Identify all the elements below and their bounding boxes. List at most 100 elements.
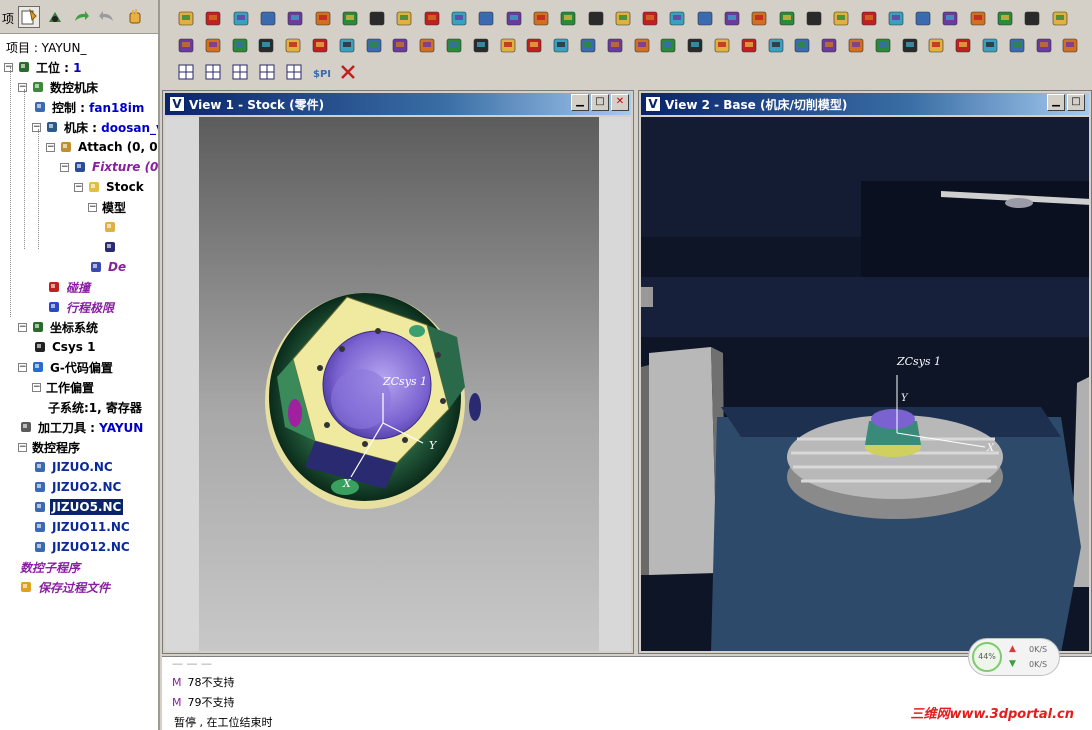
import-icon[interactable] <box>926 35 946 55</box>
toggle-icon[interactable] <box>846 35 866 55</box>
nc-icon[interactable] <box>558 8 578 28</box>
view1-titlebar[interactable]: V View 1 - Stock (零件) <box>165 93 631 115</box>
api-icon[interactable]: $PI <box>311 62 331 82</box>
layout-icon[interactable] <box>203 62 223 82</box>
nc-icon[interactable] <box>524 35 544 55</box>
save-icon[interactable] <box>605 35 625 55</box>
view1-close-button[interactable]: ✕ <box>611 94 629 111</box>
toggle-icon[interactable] <box>203 35 223 55</box>
file-icon[interactable] <box>695 8 715 28</box>
window-icon[interactable] <box>685 35 705 55</box>
view2-titlebar[interactable]: V View 2 - Base (机床/切削模型) <box>641 93 1089 115</box>
tree-expand-toggle[interactable]: − <box>18 82 27 92</box>
save-icon[interactable] <box>422 8 442 28</box>
tree-node[interactable]: 加工刀具 : YAYUN <box>18 417 145 437</box>
open-icon[interactable] <box>364 35 384 55</box>
tree-node[interactable]: JIZUO5.NC <box>32 497 124 517</box>
tree-node[interactable]: JIZUO11.NC <box>32 517 132 537</box>
nc-icon[interactable] <box>310 35 330 55</box>
tree-node[interactable]: Csys 1 <box>32 337 97 357</box>
tree-node[interactable]: De <box>88 257 128 277</box>
tree-node[interactable] <box>102 237 124 257</box>
save-icon[interactable] <box>819 35 839 55</box>
save-icon[interactable] <box>176 35 196 55</box>
file-icon[interactable] <box>658 35 678 55</box>
nc-icon[interactable] <box>995 8 1015 28</box>
tree-node[interactable]: − 工位 : 1 <box>4 57 84 77</box>
tree-node[interactable]: − 机床 : doosan_v <box>32 117 158 137</box>
file-icon[interactable] <box>258 8 278 28</box>
tree-node[interactable]: 控制 : fan18im <box>32 97 146 117</box>
tree-expand-toggle[interactable]: − <box>32 382 41 392</box>
window-icon[interactable] <box>940 8 960 28</box>
open-icon[interactable] <box>394 8 414 28</box>
tree-node[interactable]: − 工作偏置 <box>32 377 96 397</box>
view1-maximize-button[interactable]: □ <box>591 94 609 111</box>
tree-expand-toggle[interactable]: − <box>32 122 41 132</box>
open-icon[interactable] <box>1050 8 1070 28</box>
tree-node[interactable]: − 数控程序 <box>18 437 82 457</box>
tree-expand-toggle[interactable]: − <box>18 362 27 372</box>
open-icon[interactable] <box>613 8 633 28</box>
save-icon[interactable] <box>203 8 223 28</box>
toggle-icon[interactable] <box>449 8 469 28</box>
tree-expand-toggle[interactable]: − <box>88 202 97 212</box>
tree-node[interactable] <box>102 217 124 237</box>
import-icon[interactable] <box>712 35 732 55</box>
window-icon[interactable] <box>471 35 491 55</box>
tree-node[interactable]: JIZUO2.NC <box>32 477 123 497</box>
open-icon[interactable] <box>831 8 851 28</box>
message-console[interactable]: — — — M 78不支持 M 79不支持 暂停 , 在工位结束时 三维网www.3… <box>162 656 1092 730</box>
forward-arrow-icon[interactable] <box>70 6 92 28</box>
tree-node[interactable]: 子系统:1, 寄存器 <box>46 397 144 417</box>
import-icon[interactable] <box>531 8 551 28</box>
window-icon[interactable] <box>256 35 276 55</box>
tree-node[interactable]: − Fixture (0 <box>60 157 158 177</box>
import-icon[interactable] <box>749 8 769 28</box>
hand-icon[interactable] <box>124 6 146 28</box>
view1-canvas[interactable]: ZCsys 1 Y X <box>165 117 631 651</box>
open-icon[interactable] <box>578 35 598 55</box>
window-icon[interactable] <box>504 8 524 28</box>
layout-icon[interactable] <box>176 62 196 82</box>
export-icon[interactable] <box>337 35 357 55</box>
layout-icon[interactable] <box>257 62 277 82</box>
tree-node[interactable]: − 模型 <box>88 197 128 217</box>
window-icon[interactable] <box>285 8 305 28</box>
file-icon[interactable] <box>444 35 464 55</box>
save-icon[interactable] <box>390 35 410 55</box>
tree-node[interactable]: − G-代码偏置 <box>18 357 115 377</box>
tree-expand-toggle[interactable]: − <box>18 442 27 452</box>
view2-minimize-button[interactable]: ▁ <box>1047 94 1065 111</box>
tree-expand-toggle[interactable]: − <box>46 142 55 152</box>
layout-icon[interactable] <box>284 62 304 82</box>
export-icon[interactable] <box>980 35 1000 55</box>
close-icon[interactable] <box>338 62 358 82</box>
toggle-icon[interactable] <box>231 8 251 28</box>
tree-node[interactable]: 行程极限 <box>46 297 116 317</box>
file-icon[interactable] <box>913 8 933 28</box>
view1-minimize-button[interactable]: ▁ <box>571 94 589 111</box>
tree-node[interactable]: − Stock <box>74 177 146 197</box>
toggle-icon[interactable] <box>632 35 652 55</box>
export-icon[interactable] <box>1022 8 1042 28</box>
tree-node[interactable]: 项目 : YAYUN_ <box>4 37 88 57</box>
toggle-icon[interactable] <box>886 8 906 28</box>
file-icon[interactable] <box>230 35 250 55</box>
layout-icon[interactable] <box>230 62 250 82</box>
toggle-icon[interactable] <box>667 8 687 28</box>
tree-node[interactable]: − 数控机床 <box>18 77 100 97</box>
file-icon[interactable] <box>476 8 496 28</box>
window-icon[interactable] <box>900 35 920 55</box>
open-icon[interactable] <box>792 35 812 55</box>
tree-expand-toggle[interactable]: − <box>18 322 27 332</box>
file-icon[interactable] <box>873 35 893 55</box>
tree-settings-button[interactable] <box>44 6 66 28</box>
export-icon[interactable] <box>551 35 571 55</box>
toggle-icon[interactable] <box>1060 35 1080 55</box>
nc-icon[interactable] <box>953 35 973 55</box>
tree-node[interactable]: JIZUO12.NC <box>32 537 132 557</box>
tree-node[interactable]: JIZUO.NC <box>32 457 115 477</box>
back-arrow-icon[interactable] <box>96 6 118 28</box>
tree-node[interactable]: 保存过程文件 <box>18 577 112 597</box>
